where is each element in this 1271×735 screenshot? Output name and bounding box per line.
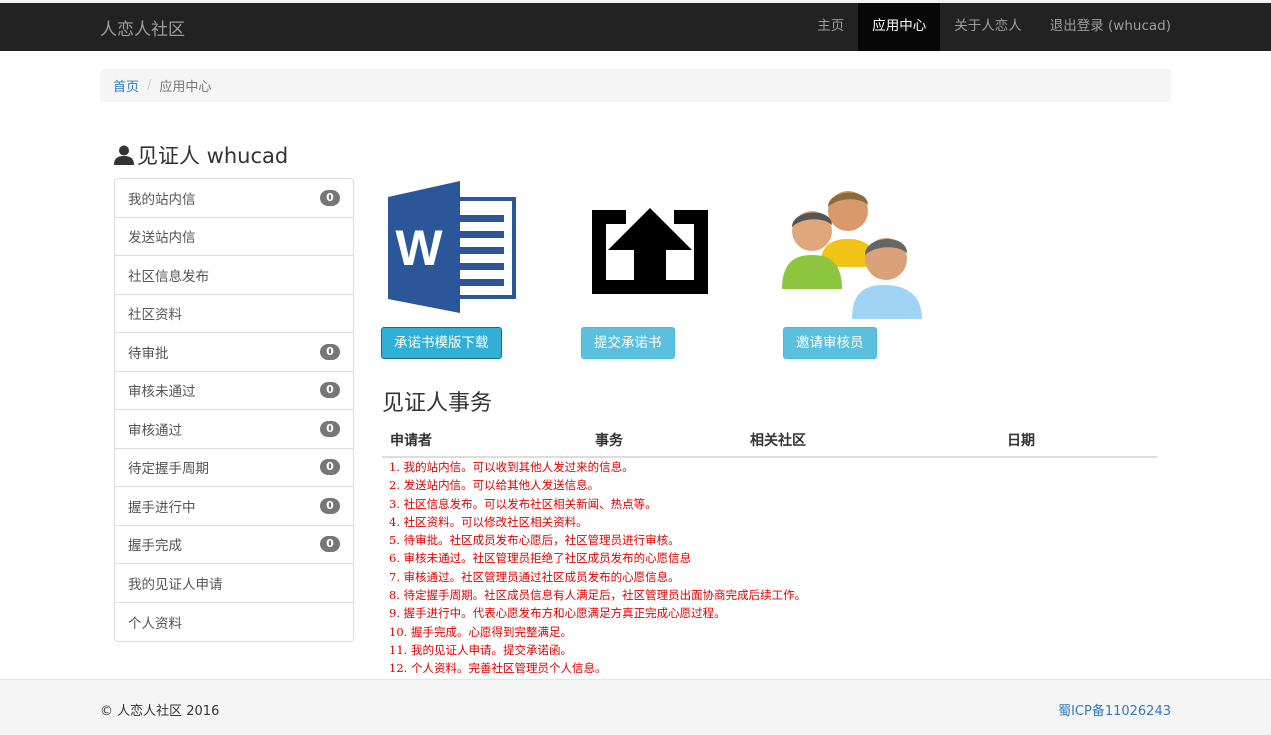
column-header: 事务 bbox=[595, 433, 623, 449]
sidebar-item-witness-application[interactable]: 我的见证人申请 bbox=[115, 564, 353, 603]
sidebar-item-label: 社区资料 bbox=[128, 307, 182, 324]
page-footer: © 人恋人社区 2016 蜀ICP备11026243 bbox=[0, 679, 1271, 735]
sidebar-item-pending-handshake[interactable]: 待定握手周期 0 bbox=[115, 449, 353, 487]
note-item: 4. 社区资料。可以修改社区相关资料。 bbox=[389, 514, 588, 529]
submit-commitment-button[interactable]: 提交承诺书 bbox=[581, 327, 675, 359]
sidebar-item-label: 待定握手周期 bbox=[128, 461, 209, 478]
sidebar-item-label: 审核通过 bbox=[128, 422, 182, 439]
note-item: 9. 握手进行中。代表心愿发布方和心愿满足方真正完成心愿过程。 bbox=[389, 606, 726, 621]
note-item: 10. 握手完成。心愿得到完整满足。 bbox=[389, 624, 572, 639]
main-nav: 主页 应用中心 关于人恋人 退出登录 (whucad) bbox=[803, 3, 1185, 51]
brand-logo[interactable]: 人恋人社区 bbox=[100, 15, 185, 40]
count-badge: 0 bbox=[320, 382, 340, 399]
sidebar-item-handshake-in-progress[interactable]: 握手进行中 0 bbox=[115, 487, 353, 526]
sidebar-item-community-profile[interactable]: 社区资料 bbox=[115, 295, 353, 333]
note-item: 6. 审核未通过。社区管理员拒绝了社区成员发布的心愿信息 bbox=[389, 551, 692, 566]
note-item: 8. 待定握手周期。社区成员信息有人满足后，社区管理员出面协商完成后续工作。 bbox=[389, 588, 807, 603]
profile-heading: 见证人 whucad bbox=[113, 140, 288, 170]
icp-license-link[interactable]: 蜀ICP备11026243 bbox=[1058, 700, 1171, 719]
upload-icon[interactable] bbox=[586, 206, 714, 302]
count-badge: 0 bbox=[320, 343, 340, 360]
breadcrumb: 首页 / 应用中心 bbox=[100, 69, 1171, 102]
user-icon bbox=[114, 145, 134, 165]
sidebar-item-label: 我的站内信 bbox=[128, 191, 196, 208]
nav-item-about[interactable]: 关于人恋人 bbox=[940, 3, 1036, 51]
sidebar-item-send-message[interactable]: 发送站内信 bbox=[115, 218, 353, 256]
breadcrumb-current: 应用中心 bbox=[159, 80, 212, 95]
sidebar-item-handshake-complete[interactable]: 握手完成 0 bbox=[115, 526, 353, 564]
sidebar-item-my-messages[interactable]: 我的站内信 0 bbox=[115, 179, 353, 218]
nav-item-app-center[interactable]: 应用中心 bbox=[858, 3, 941, 51]
breadcrumb-separator: / bbox=[147, 78, 152, 93]
sidebar-item-pending-approval[interactable]: 待审批 0 bbox=[115, 333, 353, 372]
sidebar-item-label: 握手进行中 bbox=[128, 499, 196, 516]
note-item: 11. 我的见证人申请。提交承诺函。 bbox=[389, 642, 572, 657]
svg-text:W: W bbox=[395, 220, 443, 276]
help-notes-list: 1. 我的站内信。可以收到其他人发过来的信息。 2. 发送站内信。可以给其他人发… bbox=[389, 458, 806, 678]
nav-item-home[interactable]: 主页 bbox=[803, 3, 858, 51]
note-item: 5. 待审批。社区成员发布心愿后，社区管理员进行审核。 bbox=[389, 533, 680, 548]
note-item: 3. 社区信息发布。可以发布社区相关新闻、热点等。 bbox=[389, 496, 657, 511]
column-header: 日期 bbox=[1007, 433, 1035, 449]
sidebar-item-label: 个人资料 bbox=[128, 615, 182, 632]
affairs-table-header: 申请者 事务 相关社区 日期 bbox=[382, 428, 1157, 458]
sidebar-item-label: 审核未通过 bbox=[128, 384, 196, 401]
sidebar-menu: 我的站内信 0 发送站内信 社区信息发布 社区资料 待审批 0 审核未通过 0 … bbox=[114, 178, 354, 642]
column-header: 相关社区 bbox=[750, 433, 806, 449]
sidebar-item-community-publish[interactable]: 社区信息发布 bbox=[115, 256, 353, 295]
top-navbar: 人恋人社区 主页 应用中心 关于人恋人 退出登录 (whucad) bbox=[0, 0, 1271, 51]
nav-item-logout[interactable]: 退出登录 (whucad) bbox=[1036, 3, 1185, 51]
affairs-title: 见证人事务 bbox=[382, 391, 493, 416]
users-group-icon[interactable] bbox=[780, 181, 926, 325]
column-header: 申请者 bbox=[390, 433, 432, 449]
sidebar-item-personal-profile[interactable]: 个人资料 bbox=[115, 603, 353, 642]
count-badge: 0 bbox=[320, 420, 340, 437]
word-document-icon[interactable]: W bbox=[388, 181, 518, 317]
count-badge: 0 bbox=[320, 497, 340, 514]
sidebar-item-label: 待审批 bbox=[128, 345, 169, 362]
sidebar-item-review-rejected[interactable]: 审核未通过 0 bbox=[115, 372, 353, 410]
note-item: 7. 审核通过。社区管理员通过社区成员发布的心愿信息。 bbox=[389, 569, 680, 584]
profile-title: 见证人 whucad bbox=[137, 144, 289, 168]
template-download-button[interactable]: 承诺书模版下载 bbox=[381, 327, 502, 359]
count-badge: 0 bbox=[320, 536, 340, 553]
sidebar-item-label: 我的见证人申请 bbox=[128, 576, 223, 593]
sidebar-item-review-approved[interactable]: 审核通过 0 bbox=[115, 410, 353, 449]
sidebar-item-label: 社区信息发布 bbox=[128, 268, 209, 285]
note-item: 2. 发送站内信。可以给其他人发送信息。 bbox=[389, 478, 600, 493]
note-item: 12. 个人资料。完善社区管理员个人信息。 bbox=[389, 661, 607, 676]
note-item: 1. 我的站内信。可以收到其他人发过来的信息。 bbox=[389, 460, 634, 474]
sidebar-item-label: 握手完成 bbox=[128, 538, 182, 555]
count-badge: 0 bbox=[320, 189, 340, 206]
invite-reviewer-button[interactable]: 邀请审核员 bbox=[783, 327, 877, 359]
sidebar-item-label: 发送站内信 bbox=[128, 230, 196, 247]
count-badge: 0 bbox=[320, 459, 340, 476]
breadcrumb-home-link[interactable]: 首页 bbox=[113, 76, 139, 95]
copyright-text: © 人恋人社区 2016 bbox=[100, 704, 220, 719]
